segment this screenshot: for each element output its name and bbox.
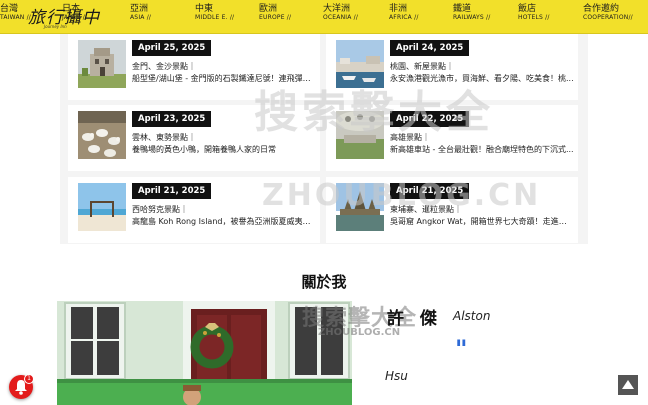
top-navigation: 旅行攝中 Journey Inn 台灣 TAIWAN // 日本 JAPAN /… — [0, 0, 648, 34]
author-last-name: Hsu — [385, 369, 408, 383]
post-thumbnail[interactable] — [336, 111, 384, 159]
nav-label-zh: 合作邀約 — [583, 4, 620, 14]
post-date: April 21, 2025 — [390, 183, 470, 199]
nav-label-en: MIDDLE E. // — [195, 14, 235, 22]
post-card[interactable]: April 23, 2025 雲林、東勢景點｜ 養鴨場的黃色小鴨，開箱養鴨人家的… — [68, 105, 320, 171]
nav-label-zh: 大洋洲 — [323, 4, 351, 14]
post-card[interactable]: April 21, 2025 西哈努克景點｜ 高龍島 Koh Rong Isla… — [68, 177, 320, 243]
post-excerpt[interactable]: 高龍島 Koh Rong Island，被譽為亞洲版夏威夷！... — [132, 216, 316, 227]
notification-badge: 1 — [24, 374, 34, 384]
nav-label-en: JAPAN // — [62, 14, 88, 22]
author-first-name: Alston — [453, 309, 491, 323]
nav-label-zh: 亞洲 — [130, 4, 149, 14]
nav-item-asia[interactable]: 亞洲 ASIA // — [130, 4, 152, 22]
post-date: April 21, 2025 — [132, 183, 212, 199]
post-date: April 25, 2025 — [132, 40, 212, 56]
nav-item-taiwan[interactable]: 台灣 TAIWAN // — [0, 4, 32, 22]
site-logo-tagline: Journey Inn — [44, 24, 67, 29]
nav-label-en: ASIA // — [130, 14, 152, 22]
nav-label-en: EUROPE // — [259, 14, 292, 22]
nav-label-zh: 歐洲 — [259, 4, 278, 14]
nav-item-japan[interactable]: 日本 JAPAN // — [62, 4, 88, 22]
nav-label-en: TAIWAN // — [0, 14, 32, 22]
post-place[interactable]: 柬埔寨、暹粒景點｜ — [390, 204, 462, 215]
nav-item-railways[interactable]: 鐵道 RAILWAYS // — [453, 4, 491, 22]
quote-mark: " — [455, 335, 468, 363]
post-excerpt[interactable]: 永安漁港觀光漁市，買海鮮、看夕陽、吃美食！桃... — [390, 73, 574, 84]
post-excerpt[interactable]: 新高雄車站 - 全台最壯觀！融合廟埕特色的下沉式... — [390, 144, 574, 155]
post-thumbnail[interactable] — [78, 111, 126, 159]
post-date: April 23, 2025 — [132, 111, 212, 127]
nav-label-zh: 非洲 — [389, 4, 408, 14]
post-place[interactable]: 高雄景點｜ — [390, 132, 430, 143]
post-thumbnail[interactable] — [78, 183, 126, 231]
nav-label-en: RAILWAYS // — [453, 14, 491, 22]
post-thumbnail[interactable] — [336, 40, 384, 88]
post-card[interactable]: April 22, 2025 高雄景點｜ 新高雄車站 - 全台最壯觀！融合廟埕特… — [326, 105, 578, 171]
nav-label-en: HOTELS // — [518, 14, 550, 22]
nav-label-en: COOPERATION// — [583, 14, 633, 22]
post-excerpt[interactable]: 吳哥窟 Angkor Wat，開箱世界七大奇蹟！走進千... — [390, 216, 574, 227]
post-card[interactable]: April 21, 2025 柬埔寨、暹粒景點｜ 吳哥窟 Angkor Wat，… — [326, 177, 578, 243]
nav-item-africa[interactable]: 非洲 AFRICA // — [389, 4, 419, 22]
post-card[interactable]: April 24, 2025 桃園、新屋景點｜ 永安漁港觀光漁市，買海鮮、看夕陽… — [326, 34, 578, 100]
about-photo — [57, 301, 352, 405]
nav-label-zh: 鐵道 — [453, 4, 472, 14]
nav-label-zh: 日本 — [62, 4, 81, 14]
post-place[interactable]: 金門、金沙景點｜ — [132, 61, 196, 72]
post-place[interactable]: 西哈努克景點｜ — [132, 204, 188, 215]
post-excerpt[interactable]: 養鴨場的黃色小鴨，開箱養鴨人家的日常 — [132, 144, 316, 155]
nav-item-oceania[interactable]: 大洋洲 OCEANIA // — [323, 4, 359, 22]
nav-item-cooperation[interactable]: 合作邀約 COOPERATION// — [583, 4, 633, 22]
nav-item-europe[interactable]: 歐洲 EUROPE // — [259, 4, 292, 22]
nav-label-zh: 台灣 — [0, 4, 19, 14]
post-place[interactable]: 雲林、東勢景點｜ — [132, 132, 196, 143]
author-name-chinese: 許 傑 — [387, 309, 442, 329]
post-excerpt[interactable]: 船型堡/湖山堡 - 金門版的石製鐵達尼號！連飛彈都... — [132, 73, 316, 84]
arrow-up-icon — [622, 380, 634, 389]
post-date: April 22, 2025 — [390, 111, 470, 127]
nav-label-zh: 中東 — [195, 4, 214, 14]
nav-item-middle-east[interactable]: 中東 MIDDLE E. // — [195, 4, 235, 22]
post-date: April 24, 2025 — [390, 40, 470, 56]
nav-label-en: OCEANIA // — [323, 14, 359, 22]
about-title: 關於我 — [301, 273, 347, 291]
post-card[interactable]: April 25, 2025 金門、金沙景點｜ 船型堡/湖山堡 - 金門版的石製… — [68, 34, 320, 100]
post-place[interactable]: 桃園、新屋景點｜ — [390, 61, 454, 72]
post-thumbnail[interactable] — [336, 183, 384, 231]
post-thumbnail[interactable] — [78, 40, 126, 88]
nav-label-en: AFRICA // — [389, 14, 419, 22]
scroll-to-top-button[interactable] — [618, 375, 638, 395]
nav-item-hotels[interactable]: 飯店 HOTELS // — [518, 4, 550, 22]
nav-label-zh: 飯店 — [518, 4, 537, 14]
